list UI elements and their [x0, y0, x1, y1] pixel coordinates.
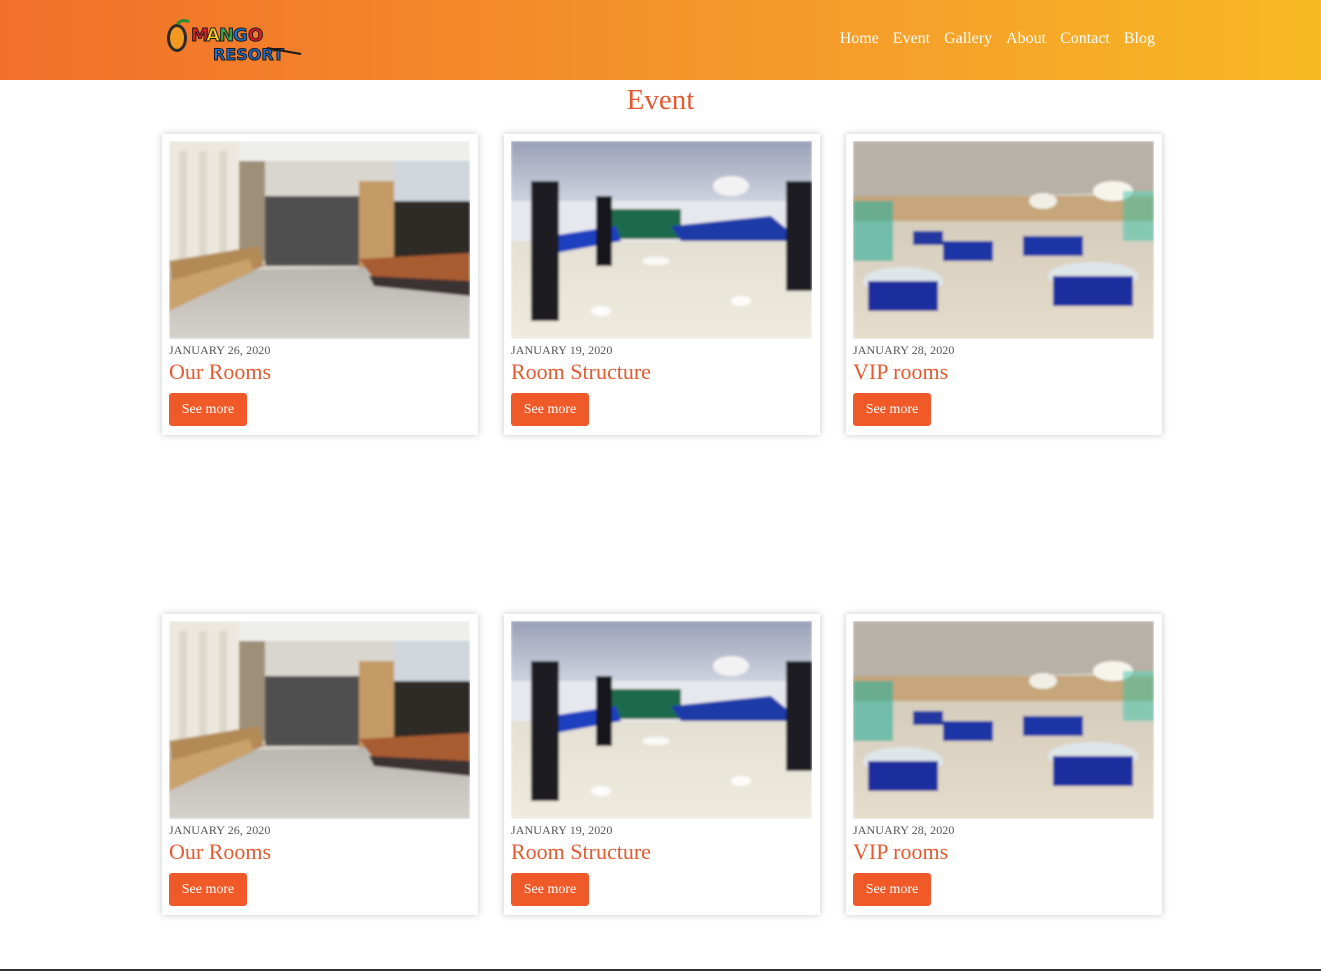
see-more-button[interactable]: See more [853, 393, 931, 426]
see-more-button[interactable]: See more [169, 873, 247, 906]
event-card: JANUARY 19, 2020 Room Structure See more [504, 134, 820, 435]
svg-text:G: G [233, 25, 248, 46]
lounge-room-photo[interactable] [169, 621, 470, 819]
hall-structure-photo[interactable] [511, 141, 812, 339]
svg-text:O: O [248, 25, 263, 46]
nav-home[interactable]: Home [840, 30, 879, 48]
event-title[interactable]: Room Structure [511, 359, 651, 385]
lounge-room-photo[interactable] [169, 141, 470, 339]
see-more-button[interactable]: See more [853, 873, 931, 906]
vip-banquet-photo[interactable] [853, 621, 1154, 819]
event-card: JANUARY 28, 2020 VIP rooms See more [846, 614, 1162, 915]
event-date: JANUARY 28, 2020 [853, 823, 955, 837]
event-date: JANUARY 28, 2020 [853, 343, 955, 357]
see-more-button[interactable]: See more [511, 393, 589, 426]
see-more-button[interactable]: See more [511, 873, 589, 906]
event-title[interactable]: VIP rooms [853, 359, 948, 385]
event-title[interactable]: VIP rooms [853, 839, 948, 865]
event-title[interactable]: Our Rooms [169, 359, 271, 385]
nav-blog[interactable]: Blog [1124, 30, 1155, 48]
event-card: JANUARY 26, 2020 Our Rooms See more [162, 134, 478, 435]
page-title: Event [626, 84, 695, 116]
svg-text:N: N [219, 25, 234, 46]
event-date: JANUARY 19, 2020 [511, 823, 613, 837]
event-title[interactable]: Room Structure [511, 839, 651, 865]
site-header: M A N G O RESORT Home Event Gallery Abou… [0, 0, 1321, 80]
event-date: JANUARY 19, 2020 [511, 343, 613, 357]
nav-about[interactable]: About [1006, 30, 1046, 48]
see-more-button[interactable]: See more [169, 393, 247, 426]
mango-resort-logo[interactable]: M A N G O RESORT [163, 14, 305, 66]
svg-text:A: A [206, 25, 220, 46]
main-nav: Home Event Gallery About Contact Blog [840, 30, 1155, 48]
svg-text:RESORT: RESORT [213, 45, 284, 64]
event-card: JANUARY 26, 2020 Our Rooms See more [162, 614, 478, 915]
event-card: JANUARY 28, 2020 VIP rooms See more [846, 134, 1162, 435]
event-date: JANUARY 26, 2020 [169, 343, 271, 357]
nav-gallery[interactable]: Gallery [944, 30, 992, 48]
nav-event[interactable]: Event [893, 30, 930, 48]
event-date: JANUARY 26, 2020 [169, 823, 271, 837]
event-card: JANUARY 19, 2020 Room Structure See more [504, 614, 820, 915]
hall-structure-photo[interactable] [511, 621, 812, 819]
nav-contact[interactable]: Contact [1060, 30, 1110, 48]
event-title[interactable]: Our Rooms [169, 839, 271, 865]
vip-banquet-photo[interactable] [853, 141, 1154, 339]
